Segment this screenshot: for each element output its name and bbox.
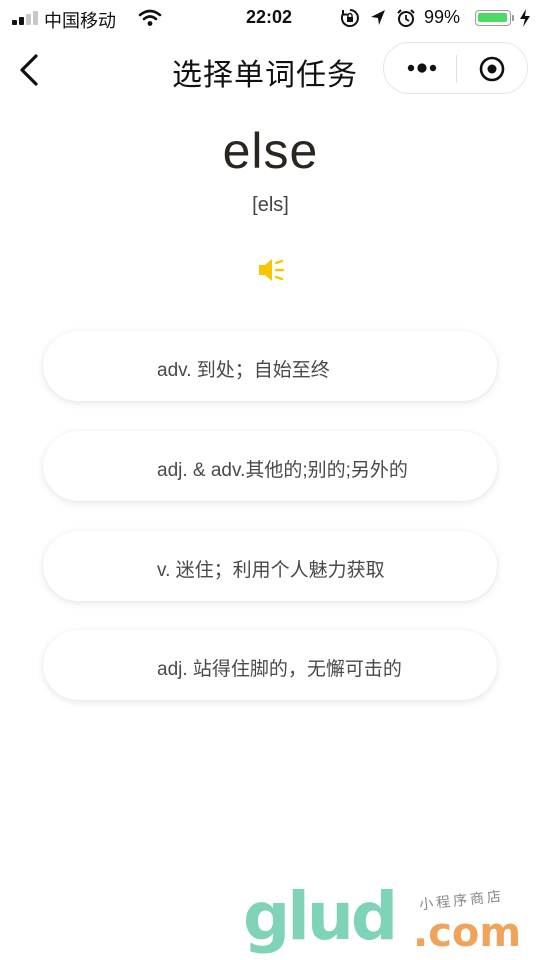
status-time: 22:02	[246, 7, 293, 27]
battery-level	[478, 13, 507, 22]
watermark-suffix: .com	[413, 910, 522, 956]
option-1[interactable]: adv. 到处；自始至终	[43, 331, 497, 401]
charging-bolt-icon	[520, 9, 530, 27]
status-bar: 中国移动 22:02 99%	[0, 0, 541, 36]
nav-bar: 选择单词任务	[0, 36, 541, 104]
option-label: adj. & adv.其他的;别的;另外的	[157, 460, 408, 481]
option-2[interactable]: adj. & adv.其他的;别的;另外的	[43, 431, 497, 501]
option-3[interactable]: v. 迷住；利用个人魅力获取	[43, 531, 497, 601]
option-label: v. 迷住；利用个人魅力获取	[157, 560, 385, 581]
chevron-left-icon[interactable]	[14, 52, 44, 88]
battery-percent: 99%	[424, 7, 461, 27]
watermark-main: glud	[243, 878, 398, 955]
word-phonetic: [els]	[252, 194, 289, 216]
location-icon	[371, 10, 385, 25]
option-label: adj. 站得住脚的，无懈可击的	[157, 659, 402, 680]
word-text: else	[222, 123, 319, 179]
option-4[interactable]: adj. 站得住脚的，无懈可击的	[43, 630, 497, 700]
alarm-icon	[397, 9, 415, 27]
capsule-divider	[456, 55, 457, 83]
carrier-name: 中国移动	[44, 11, 116, 31]
signal-icon	[12, 11, 40, 25]
orientation-lock-icon	[340, 9, 359, 27]
watermark-logo: glud 小程序商店 .com	[243, 878, 533, 956]
target-circle-icon[interactable]	[479, 56, 505, 82]
battery-icon	[475, 10, 511, 26]
option-label: adv. 到处；自始至终	[157, 360, 330, 381]
mini-program-capsule	[383, 42, 528, 94]
screen: 中国移动 22:02 99% 选择单词任务 else [els] adv. 到处…	[0, 0, 541, 960]
speaker-icon[interactable]	[257, 256, 287, 284]
page-title: 选择单词任务	[172, 59, 358, 92]
battery-cap	[512, 15, 514, 21]
more-dots-icon[interactable]	[406, 59, 438, 77]
wifi-icon	[138, 9, 162, 26]
